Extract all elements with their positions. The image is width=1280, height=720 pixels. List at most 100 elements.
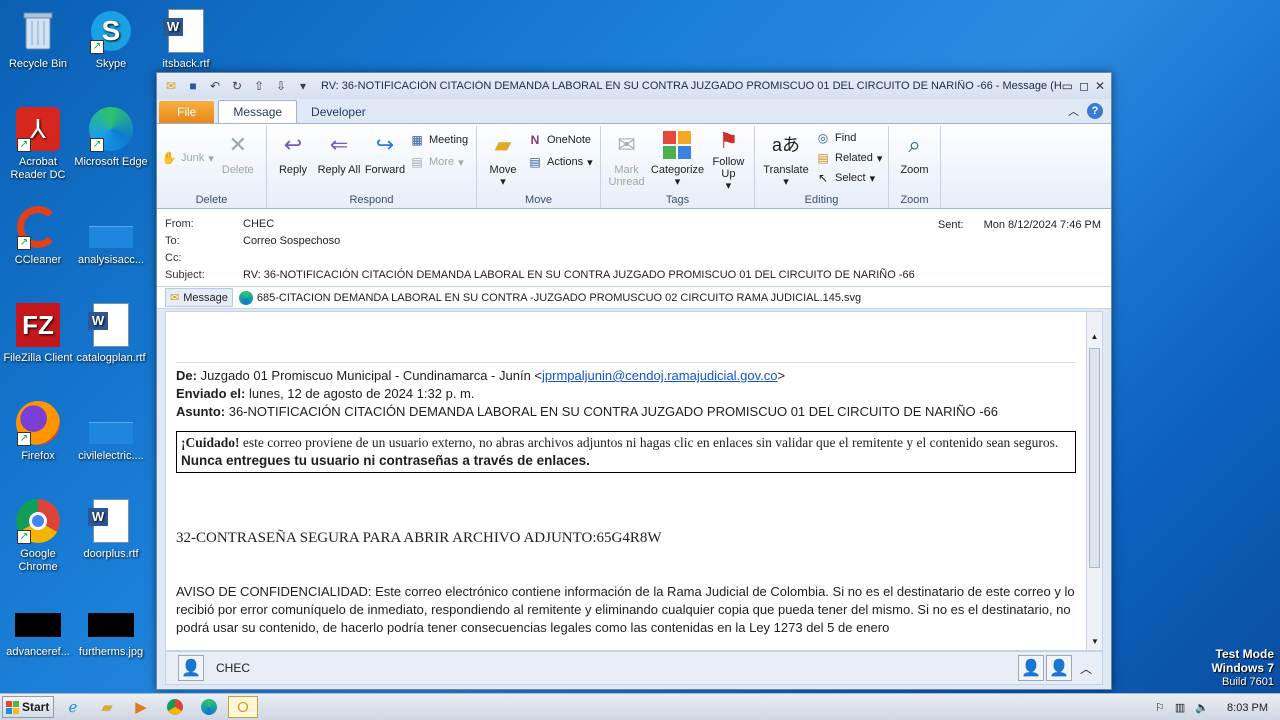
desktop-icon-recycle-bin[interactable]: Recycle Bin: [0, 8, 76, 71]
desktop-icon-filezilla[interactable]: FZ FileZilla Client: [0, 302, 76, 365]
desktop-icon-furtherms[interactable]: furtherms.jpg: [73, 608, 149, 659]
desktop-icon-itsback[interactable]: W itsback.rtf: [148, 8, 224, 71]
related-button[interactable]: ▤ Related ▾: [815, 150, 882, 166]
action-center-flag-icon[interactable]: ⚐: [1155, 701, 1165, 714]
group-move: ▰ Move ▾ N OneNote ▤ Actions ▾ Move: [477, 126, 601, 208]
translate-button[interactable]: aあ Translate ▾: [759, 128, 813, 192]
next-item-icon[interactable]: ⇩: [273, 78, 289, 94]
categorize-button[interactable]: Categorize ▾: [650, 128, 705, 192]
desktop-icon-edge[interactable]: ↗ Microsoft Edge: [73, 106, 149, 169]
start-button[interactable]: Start: [2, 696, 54, 718]
desktop-icon-ccleaner[interactable]: ↗ CCleaner: [0, 204, 76, 267]
move-button[interactable]: ▰ Move ▾: [481, 128, 525, 192]
watermark-line3: Build 7601: [1222, 676, 1274, 688]
taskbar-outlook-icon[interactable]: O: [228, 696, 258, 718]
tab-message[interactable]: Message: [218, 100, 298, 123]
desktop-icon-civilelectric[interactable]: civilelectric....: [73, 400, 149, 463]
related-label: Related: [835, 152, 873, 164]
collapse-ribbon-icon[interactable]: ︿: [1068, 103, 1079, 119]
undo-icon[interactable]: ↶: [207, 78, 223, 94]
delete-button[interactable]: ✕ Delete: [216, 128, 260, 192]
zoom-button[interactable]: ⌕ Zoom: [893, 128, 936, 192]
expand-people-pane-icon[interactable]: ︿: [1080, 660, 1092, 677]
meeting-label: Meeting: [429, 134, 469, 146]
desktop-icon-catalogplan[interactable]: W catalogplan.rtf: [73, 302, 149, 365]
tab-developer[interactable]: Developer: [297, 101, 380, 123]
save-icon[interactable]: ■: [185, 78, 201, 94]
message-attachment-tab[interactable]: ✉ Message: [165, 288, 233, 307]
more-button[interactable]: ▤ More ▾: [409, 154, 468, 170]
reply-all-button[interactable]: ⇐ Reply All: [317, 128, 361, 192]
desktop-icon-skype[interactable]: S ↗ Skype: [73, 8, 149, 71]
firefox-icon: ↗: [15, 400, 61, 446]
desktop-icon-label: Google Chrome: [18, 548, 58, 573]
move-label: Move: [489, 164, 517, 176]
password-line: 32-CONTRASEÑA SEGURA PARA ABRIR ARCHIVO …: [176, 530, 662, 546]
maximize-button[interactable]: ◻: [1079, 79, 1089, 93]
meeting-button[interactable]: ▦ Meeting: [409, 132, 468, 148]
desktop-icon-label: Skype: [95, 58, 127, 70]
categorize-label: Categorize: [650, 164, 705, 176]
follow-up-label: Follow Up: [712, 156, 745, 180]
find-button[interactable]: ◎ Find: [815, 130, 882, 146]
taskbar-media-player-icon[interactable]: ▶: [126, 696, 156, 718]
group-label-move: Move: [525, 194, 552, 206]
windows-watermark: Test Mode Windows 7 Build 7601: [1211, 648, 1274, 689]
from-value[interactable]: CHEC: [243, 218, 274, 230]
select-button[interactable]: ↖ Select ▾: [815, 170, 882, 186]
sender-email-link[interactable]: jprmpaljunin@cendoj.ramajudicial.gov.co: [542, 368, 778, 383]
clock[interactable]: 8:03 PM: [1227, 702, 1268, 714]
desktop-icon-advanceref[interactable]: advanceref...: [0, 608, 76, 659]
acrobat-icon: ⅄ ↗: [15, 106, 61, 152]
desktop-icon-acrobat[interactable]: ⅄ ↗ Acrobat Reader DC: [0, 106, 76, 182]
black-thumbnail-icon: [15, 608, 61, 642]
onenote-button[interactable]: N OneNote: [527, 132, 593, 148]
ribbon-tabs: File Message Developer ︿ ?: [157, 99, 1111, 123]
network-icon[interactable]: ▥: [1175, 701, 1185, 714]
mark-unread-button[interactable]: ✉ Mark Unread: [605, 128, 648, 192]
volume-icon[interactable]: 🔈: [1195, 701, 1209, 714]
forward-button[interactable]: ↪ Forward: [363, 128, 407, 192]
cc-label: Cc:: [165, 251, 182, 264]
delete-icon: ✕: [228, 132, 247, 157]
taskbar-ie-icon[interactable]: ℯ: [58, 696, 88, 718]
sent-label: Sent:: [937, 219, 964, 231]
scrollbar-thumb[interactable]: [1089, 348, 1100, 568]
tab-file[interactable]: File: [159, 101, 215, 123]
help-icon[interactable]: ?: [1087, 103, 1103, 119]
group-label-delete: Delete: [195, 194, 228, 206]
word-document-icon: W: [88, 498, 134, 544]
desktop-icon-firefox[interactable]: ↗ Firefox: [0, 400, 76, 463]
taskbar-chrome-icon[interactable]: [160, 696, 190, 718]
close-button[interactable]: ✕: [1095, 79, 1105, 93]
to-value[interactable]: Correo Sospechoso: [243, 235, 340, 247]
word-document-icon: W: [88, 302, 134, 348]
redo-icon[interactable]: ↻: [229, 78, 245, 94]
follow-up-button[interactable]: ⚑ Follow Up ▾: [707, 128, 750, 193]
actions-label: Actions: [547, 156, 584, 168]
desktop-icon-analysisacc[interactable]: analysisacc...: [73, 204, 149, 267]
people-pane-sender[interactable]: CHEC: [216, 661, 250, 675]
desktop-icon-label: Recycle Bin: [8, 58, 68, 70]
group-label-tags: Tags: [665, 194, 690, 206]
desktop-icon-label: analysisacc...: [77, 254, 145, 266]
taskbar-explorer-icon[interactable]: ▰: [92, 696, 122, 718]
subject-label: Subject:: [165, 268, 205, 281]
taskbar-edge-icon[interactable]: [194, 696, 224, 718]
message-window: ✉ ■ ↶ ↻ ⇧ ⇩ ▾ RV: 36-NOTIFICACIÓN CITACI…: [156, 72, 1112, 690]
edge-icon: ↗: [88, 106, 134, 152]
junk-button[interactable]: ✋ Junk ▾: [161, 150, 214, 166]
minimize-button[interactable]: ▭: [1062, 79, 1073, 93]
desktop-icon-doorplus[interactable]: W doorplus.rtf: [73, 498, 149, 561]
actions-button[interactable]: ▤ Actions ▾: [527, 154, 592, 170]
desktop-icon-chrome[interactable]: ↗ Google Chrome: [0, 498, 76, 574]
reply-button[interactable]: ↩ Reply: [271, 128, 315, 192]
asunto-label: Asunto:: [176, 404, 226, 419]
more-label: More: [429, 156, 455, 168]
svg-attachment[interactable]: 685-CITACION DEMANDA LABORAL EN SU CONTR…: [238, 290, 861, 305]
previous-item-icon[interactable]: ⇧: [251, 78, 267, 94]
customize-toolbar-icon[interactable]: ▾: [295, 78, 311, 94]
vertical-scrollbar[interactable]: ▲ ▼: [1086, 312, 1102, 650]
desktop-icon-label: Acrobat Reader DC: [10, 156, 66, 181]
warning-text: este correo proviene de un usuario exter…: [239, 435, 1059, 450]
